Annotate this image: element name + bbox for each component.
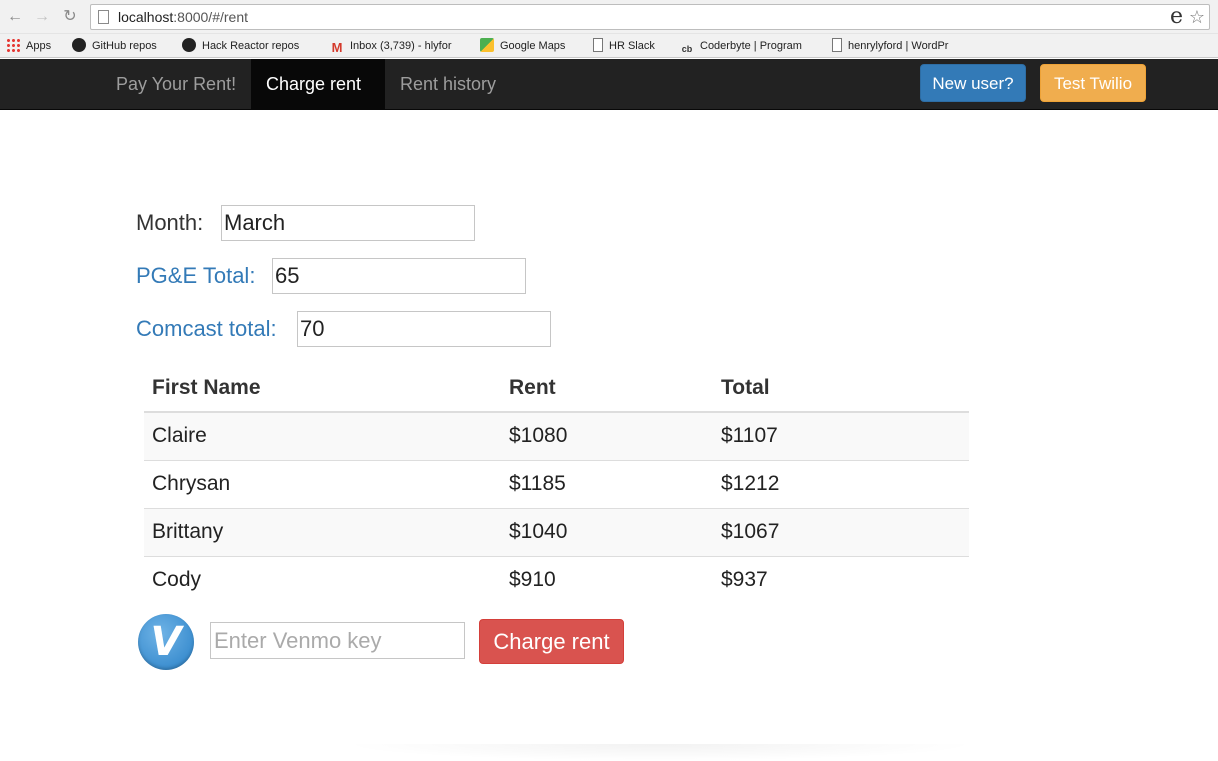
bookmark-hr-slack[interactable]: HR Slack: [593, 38, 655, 54]
bookmark-coderbyte[interactable]: cb Coderbyte | Program: [680, 38, 802, 54]
table-row: Brittany $1040 $1067: [144, 507, 969, 556]
bookmark-inbox[interactable]: M Inbox (3,739) - hlyfor: [330, 38, 452, 55]
cell-rent: $910: [501, 555, 713, 604]
nav-pay-your-rent[interactable]: Pay Your Rent!: [101, 59, 251, 109]
pge-total-input[interactable]: [272, 258, 526, 294]
cell-rent: $1080: [501, 411, 713, 460]
extension-e-icon[interactable]: e: [1170, 5, 1183, 29]
nav-charge-rent[interactable]: Charge rent: [251, 59, 385, 109]
footer-shadow: [340, 744, 980, 761]
apps-grid-icon: [6, 38, 20, 52]
bookmark-apps[interactable]: Apps: [6, 38, 51, 54]
cell-first-name: Claire: [144, 411, 501, 460]
back-arrow-icon[interactable]: ←: [5, 7, 25, 27]
table-row: Cody $910 $937: [144, 555, 969, 604]
bookmark-label: Inbox (3,739) - hlyfor: [350, 40, 452, 52]
page-icon: [593, 38, 603, 52]
browser-toolbar: ← → ↻ localhost:8000/#/rent e ☆: [0, 0, 1218, 34]
nav-rent-history[interactable]: Rent history: [385, 59, 511, 109]
forward-arrow-icon[interactable]: →: [32, 7, 52, 27]
bookmark-label: Apps: [26, 40, 52, 52]
page-icon: [832, 38, 842, 52]
bookmark-google-maps[interactable]: Google Maps: [480, 38, 565, 54]
venmo-logo-letter: V: [150, 619, 182, 665]
cell-first-name: Chrysan: [144, 459, 501, 508]
github-icon: [72, 38, 86, 52]
cell-first-name: Cody: [144, 555, 501, 604]
bookmark-label: Google Maps: [500, 40, 566, 52]
cell-total: $1107: [713, 411, 969, 460]
coderbyte-icon: cb: [681, 44, 693, 54]
cell-rent: $1185: [501, 459, 713, 508]
header-rent: Rent: [501, 365, 713, 413]
cell-total: $937: [713, 555, 969, 604]
bookmark-label: Hack Reactor repos: [202, 40, 300, 52]
bookmark-star-icon[interactable]: ☆: [1189, 6, 1205, 28]
reload-icon[interactable]: ↻: [60, 7, 80, 27]
cell-first-name: Brittany: [144, 507, 501, 556]
bookmark-label: HR Slack: [609, 40, 655, 52]
url-text[interactable]: localhost:8000/#/rent: [118, 9, 248, 25]
venmo-logo-icon: V: [138, 614, 194, 670]
comcast-total-input[interactable]: [297, 311, 551, 347]
cell-total: $1212: [713, 459, 969, 508]
test-twilio-button[interactable]: Test Twilio: [1040, 64, 1146, 102]
bookmark-label: Coderbyte | Program: [700, 40, 802, 52]
pge-total-label: PG&E Total:: [136, 263, 256, 288]
app-navbar: Pay Your Rent! Charge rent Rent history …: [0, 59, 1218, 110]
bookmark-github-repos[interactable]: GitHub repos: [72, 38, 157, 54]
maps-icon: [480, 38, 494, 52]
page-icon: [98, 10, 109, 24]
bookmark-label: GitHub repos: [92, 40, 157, 52]
venmo-key-input[interactable]: [210, 622, 465, 659]
address-bar[interactable]: localhost:8000/#/rent e ☆: [90, 4, 1210, 30]
cell-total: $1067: [713, 507, 969, 556]
bookmark-hack-reactor-repos[interactable]: Hack Reactor repos: [182, 38, 299, 54]
table-header-row: First Name Rent Total: [144, 365, 969, 413]
table-row: Claire $1080 $1107: [144, 411, 969, 460]
comcast-total-label: Comcast total:: [136, 316, 277, 341]
rent-table: First Name Rent Total Claire $1080 $1107…: [144, 365, 969, 604]
table-row: Chrysan $1185 $1212: [144, 459, 969, 508]
github-icon: [182, 38, 196, 52]
url-host: localhost: [118, 9, 174, 25]
month-input[interactable]: [221, 205, 475, 241]
new-user-button[interactable]: New user?: [920, 64, 1026, 102]
cell-rent: $1040: [501, 507, 713, 556]
header-total: Total: [713, 365, 969, 413]
bookmarks-bar: Apps GitHub repos Hack Reactor repos M In…: [0, 34, 1218, 58]
url-path: :8000/#/rent: [173, 9, 248, 25]
month-label: Month:: [136, 210, 204, 235]
header-first-name: First Name: [144, 365, 501, 413]
bookmark-wordpress[interactable]: henrylyford | WordPr: [832, 38, 948, 54]
charge-rent-button[interactable]: Charge rent: [479, 619, 624, 664]
bookmark-label: henrylyford | WordPr: [848, 40, 949, 52]
gmail-icon: M: [331, 40, 343, 55]
